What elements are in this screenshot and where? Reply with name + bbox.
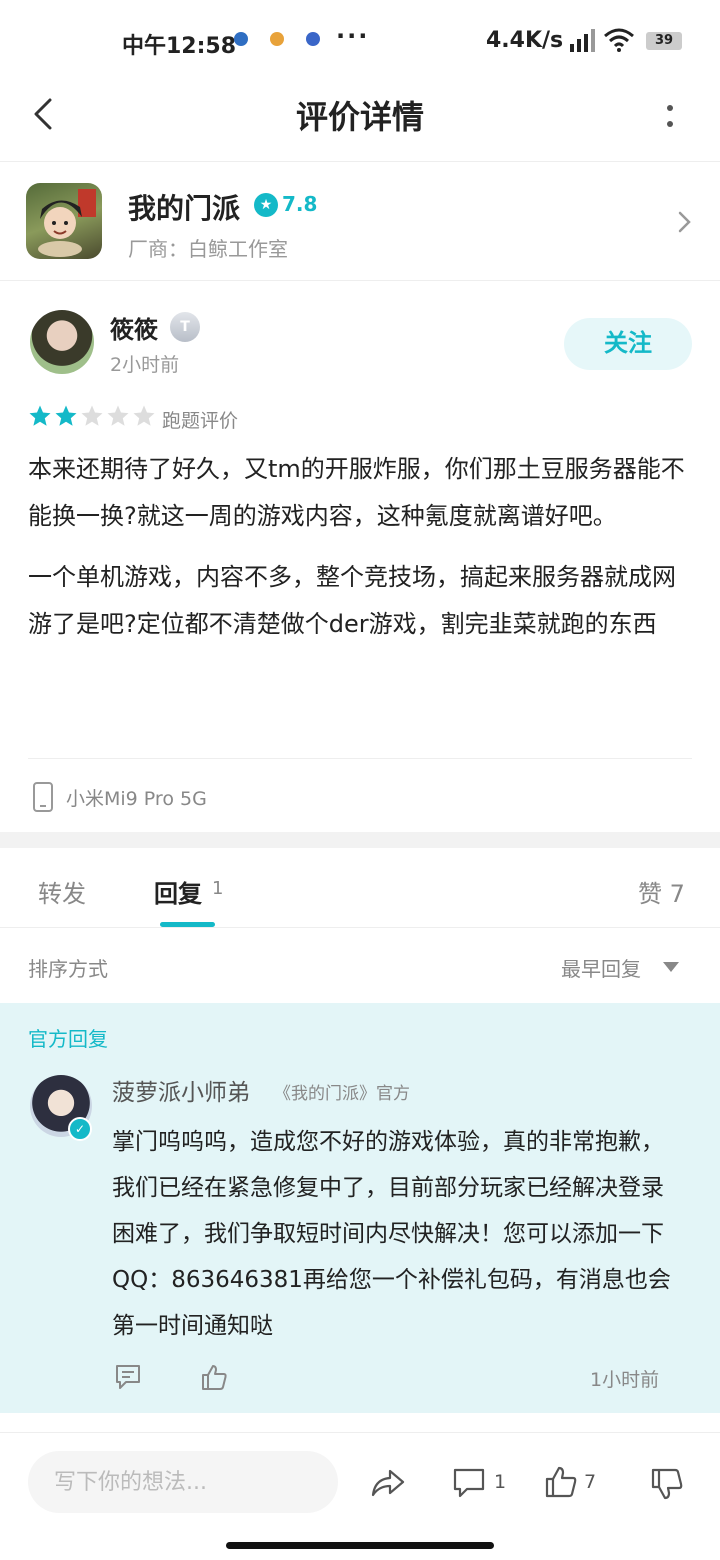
wifi-icon <box>604 28 634 52</box>
section-separator <box>0 832 720 848</box>
official-reply-time: 1小时前 <box>590 1369 660 1391</box>
sort-bar: 排序方式 最早回复 <box>0 929 720 1003</box>
more-options-icon[interactable] <box>660 96 680 136</box>
official-reply-label: 官方回复 <box>28 1027 108 1051</box>
review-paragraph: 本来还期待了好久，又tm的开服炸服，你们那土豆服务器能不能换一换?就这一周的游戏… <box>28 455 685 530</box>
app-icon <box>26 183 102 259</box>
notification-app-icon <box>234 32 248 46</box>
user-level-badge: T <box>170 312 200 342</box>
comment-icon[interactable] <box>452 1467 486 1499</box>
comment-input[interactable] <box>28 1451 338 1513</box>
notification-app-icon <box>306 32 320 46</box>
cellular-signal-icon <box>570 29 595 52</box>
page-title: 评价详情 <box>295 98 424 136</box>
header: 评价详情 <box>0 80 720 162</box>
official-reply-text: 掌门呜呜呜，造成您不好的游戏体验，真的非常抱歉，我们已经在紧急修复中了，目前部分… <box>112 1129 671 1339</box>
review-content: 本来还期待了好久，又tm的开服炸服，你们那土豆服务器能不能换一换?就这一周的游戏… <box>28 446 692 662</box>
official-name[interactable]: 菠萝派小师弟 <box>112 1073 250 1107</box>
thumbs-up-icon[interactable] <box>544 1465 578 1499</box>
reply-count: 1 <box>212 878 224 899</box>
notification-app-icon <box>270 32 284 46</box>
star-empty-icon <box>81 405 103 426</box>
device-name: 小米Mi9 Pro 5G <box>66 787 207 810</box>
reviewer-avatar[interactable] <box>30 310 94 374</box>
status-bar: 中午12:58 ··· 4.4K/s 39 <box>0 0 720 80</box>
review-time: 2小时前 <box>110 354 180 376</box>
star-filled-icon <box>29 405 51 426</box>
follow-button[interactable]: 关注 <box>564 318 692 370</box>
thumbs-up-icon[interactable] <box>200 1363 228 1391</box>
bottom-action-bar: 1 7 <box>0 1432 720 1532</box>
star-empty-icon <box>107 405 129 426</box>
like-count: 7 <box>584 1471 597 1493</box>
sort-dropdown[interactable]: 最早回复 <box>561 953 641 982</box>
review-paragraph: 一个单机游戏，内容不多，整个竞技场，搞起来服务器就成网游了是吧?定位都不清楚做个… <box>28 563 676 638</box>
official-reply-section: 官方回复 ✓ 菠萝派小师弟 《我的门派》官方 掌门呜呜呜，造成您不好的游戏体验，… <box>0 1003 720 1413</box>
sort-label: 排序方式 <box>28 957 108 981</box>
rating-star-icon: ★ <box>254 193 278 217</box>
network-speed: 4.4K/s <box>486 28 564 53</box>
battery-icon: 39 <box>646 32 682 50</box>
status-time: 中午12:58 <box>122 34 237 59</box>
verified-icon: ✓ <box>68 1117 92 1141</box>
chevron-right-icon <box>678 211 691 233</box>
notification-icons <box>234 32 320 46</box>
app-card[interactable]: 我的门派 ★ 7.8 厂商：白鲸工作室 <box>0 163 720 281</box>
official-tag: 《我的门派》官方 <box>274 1084 410 1104</box>
tab-bar: 转发 回复 1 赞 7 <box>0 848 720 928</box>
tab-like[interactable]: 赞 7 <box>638 874 685 909</box>
star-empty-icon <box>133 405 155 426</box>
active-tab-indicator <box>160 922 215 927</box>
phone-icon <box>33 782 53 812</box>
comment-count: 1 <box>494 1471 507 1493</box>
more-notifications-icon: ··· <box>336 22 370 50</box>
reviewer-name[interactable]: 筱筱 <box>110 310 158 345</box>
app-name: 我的门派 <box>128 192 241 225</box>
star-filled-icon <box>55 405 77 426</box>
star-rating <box>28 404 156 428</box>
review-tag: 跑题评价 <box>162 410 239 432</box>
divider <box>28 758 692 759</box>
comment-icon[interactable] <box>114 1363 142 1391</box>
caret-down-icon[interactable] <box>662 961 680 973</box>
tab-reply[interactable]: 回复 <box>154 874 202 909</box>
thumbs-down-icon[interactable] <box>650 1467 684 1501</box>
app-artwork-icon <box>38 189 96 257</box>
app-rating: 7.8 <box>282 192 318 216</box>
tab-forward[interactable]: 转发 <box>38 874 86 909</box>
home-indicator[interactable] <box>226 1542 494 1549</box>
device-info: 小米Mi9 Pro 5G <box>32 782 207 812</box>
app-vendor: 厂商：白鲸工作室 <box>128 237 288 261</box>
share-icon[interactable] <box>370 1467 406 1499</box>
